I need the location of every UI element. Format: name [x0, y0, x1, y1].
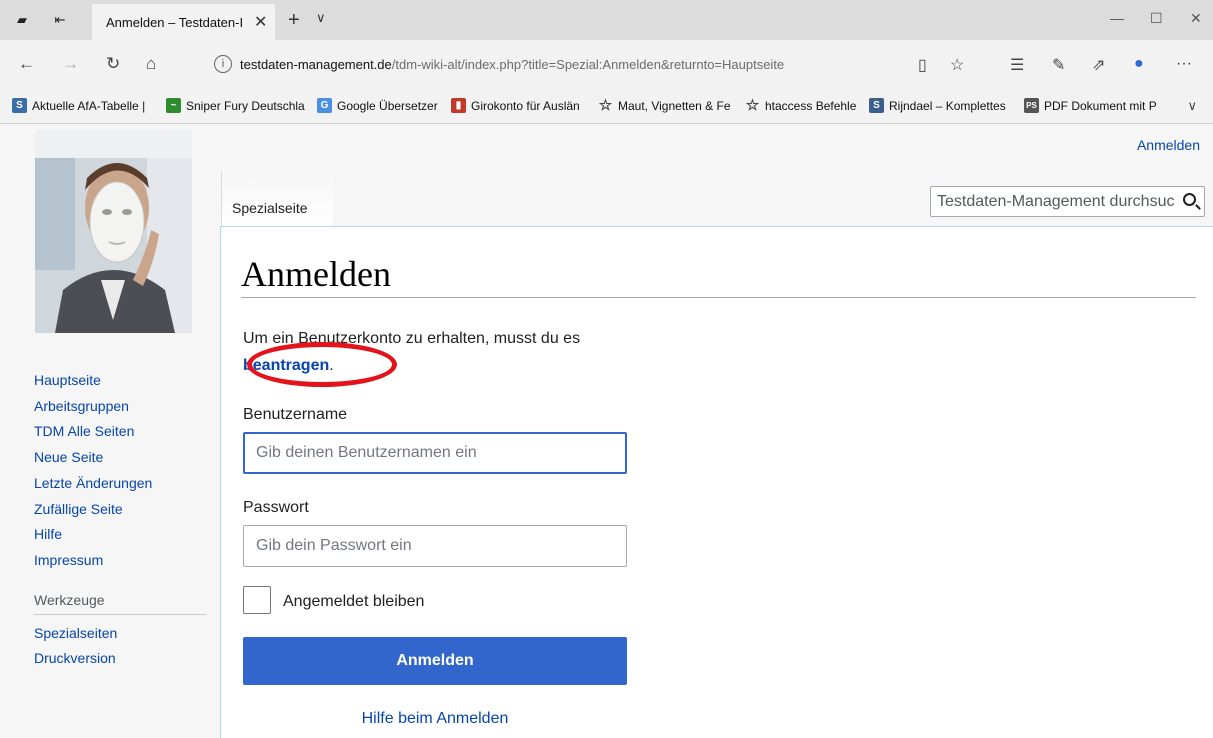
browser-toolbar: ← → ↻ ⌂ i testdaten-management.de/tdm-wi…: [0, 40, 1213, 88]
search-input[interactable]: Testdaten-Management durchsuchen: [930, 186, 1205, 217]
bookmark-favicon-icon: G: [317, 98, 332, 113]
bookmark-item[interactable]: ~ Sniper Fury Deutschla: [166, 98, 305, 113]
star-icon: ☆: [598, 97, 613, 114]
bookmark-favicon-icon: ~: [166, 98, 181, 113]
password-label: Passwort: [243, 499, 309, 516]
bookmark-favicon-icon: S: [12, 98, 27, 113]
bookmark-favicon-icon: S: [869, 98, 884, 113]
home-icon[interactable]: ⌂: [146, 54, 156, 74]
red-highlight-ellipse: [247, 342, 397, 387]
sidebar-item-arbeitsgruppen[interactable]: Arbeitsgruppen: [34, 394, 206, 420]
logo-masked-man-image: [35, 130, 192, 333]
favorite-star-icon[interactable]: ☆: [950, 55, 964, 75]
sidebar-item-neue-seite[interactable]: Neue Seite: [34, 445, 206, 471]
bookmark-item[interactable]: S Rijndael – Komplettes: [869, 98, 1006, 113]
window-maximize-button[interactable]: ☐: [1150, 10, 1163, 27]
bookmark-favicon-icon: PS: [1024, 98, 1039, 113]
bookmark-label: htaccess Befehle: [765, 98, 857, 113]
tab-preview-chevron-icon[interactable]: ∨: [316, 10, 326, 26]
sidebar-item-spezialseiten[interactable]: Spezialseiten: [34, 621, 206, 647]
bookmark-item[interactable]: G Google Übersetzer: [317, 98, 438, 113]
sidebar-tools-heading: Werkzeuge: [34, 592, 206, 615]
sidebar-item-hauptseite[interactable]: Hauptseite: [34, 368, 206, 394]
username-field[interactable]: Gib deinen Benutzernamen ein: [243, 432, 627, 474]
login-submit-button[interactable]: Anmelden: [243, 637, 627, 685]
login-help: Hilfe beim Anmelden: [243, 710, 627, 728]
sidebar-navigation: Hauptseite Arbeitsgruppen TDM Alle Seite…: [34, 368, 206, 672]
bookmark-label: Google Übersetzer: [337, 98, 438, 113]
browser-tab-active[interactable]: Anmelden – Testdaten-I ✕: [92, 4, 275, 40]
bookmark-label: Girokonto für Auslän: [471, 98, 580, 113]
main-content: Anmelden Um ein Benutzerkonto zu erhalte…: [220, 226, 1213, 738]
sidebar-item-letzte-aenderungen[interactable]: Letzte Änderungen: [34, 471, 206, 497]
bookmark-label: Aktuelle AfA-Tabelle |: [32, 98, 146, 113]
window-minimize-button[interactable]: —: [1110, 10, 1124, 26]
back-arrow-icon[interactable]: ←: [18, 54, 35, 74]
tab-label: Spezialseite: [232, 200, 308, 216]
more-menu-icon[interactable]: ···: [1176, 55, 1192, 73]
search-icon[interactable]: [1183, 193, 1196, 206]
window-close-button[interactable]: ✕: [1190, 10, 1202, 27]
star-icon: ☆: [745, 97, 760, 114]
bookmark-label: Rijndael – Komplettes: [889, 98, 1006, 113]
username-label: Benutzername: [243, 406, 348, 423]
page-title: Anmelden: [241, 254, 391, 294]
share-icon[interactable]: ⇗: [1092, 55, 1105, 75]
browser-tab-bar: ▰ ⇤ Anmelden – Testdaten-I ✕ + ∨ — ☐ ✕: [0, 0, 1213, 40]
tab-title: Anmelden – Testdaten-I: [106, 14, 244, 30]
wiki-page: Anmelden Hauptseite Arbeitsgruppen TDM A…: [0, 124, 1213, 738]
refresh-icon[interactable]: ↻: [106, 54, 120, 74]
bookmark-item[interactable]: ▮ Girokonto für Auslän: [451, 98, 580, 113]
reading-view-icon[interactable]: ▯: [918, 55, 927, 75]
site-info-icon[interactable]: i: [214, 55, 232, 73]
bookmark-label: Maut, Vignetten & Fe: [618, 98, 731, 113]
sidebar-item-druckversion[interactable]: Druckversion: [34, 646, 206, 672]
url-path: /tdm-wiki-alt/index.php?title=Spezial:An…: [391, 56, 785, 72]
title-divider: [241, 297, 1196, 298]
favorites-bar: S Aktuelle AfA-Tabelle | ~ Sniper Fury D…: [0, 88, 1213, 124]
new-tab-button[interactable]: +: [288, 9, 300, 32]
pen-notes-icon[interactable]: ✎: [1052, 55, 1065, 75]
bookmark-label: Sniper Fury Deutschla: [186, 98, 305, 113]
password-field[interactable]: Gib dein Passwort ein: [243, 525, 627, 567]
url-host: testdaten-management.de: [240, 56, 392, 72]
sidebar-tools: Spezialseiten Druckversion: [34, 621, 206, 672]
search-placeholder: Testdaten-Management durchsuchen: [937, 192, 1175, 210]
login-link[interactable]: Anmelden: [1137, 137, 1200, 153]
sidebar-item-zufaellige-seite[interactable]: Zufällige Seite: [34, 497, 206, 523]
tab-spezialseite[interactable]: Spezialseite: [221, 171, 333, 227]
password-placeholder: Gib dein Passwort ein: [256, 537, 412, 554]
login-submit-label: Anmelden: [396, 652, 474, 669]
bookmark-item[interactable]: S Aktuelle AfA-Tabelle |: [12, 98, 145, 113]
forward-arrow-icon[interactable]: →: [62, 54, 79, 74]
login-help-link[interactable]: Hilfe beim Anmelden: [362, 710, 509, 727]
site-logo[interactable]: [35, 130, 192, 333]
remember-me-checkbox[interactable]: [243, 586, 271, 614]
username-placeholder: Gib deinen Benutzernamen ein: [256, 444, 477, 461]
set-aside-tabs-icon[interactable]: ⇤: [52, 12, 68, 28]
bookmark-favicon-icon: ▮: [451, 98, 466, 113]
tab-actions-icon[interactable]: ▰: [14, 12, 30, 28]
favorites-hub-icon[interactable]: ☰: [1010, 55, 1024, 75]
sidebar-item-tdm-alle-seiten[interactable]: TDM Alle Seiten: [34, 419, 206, 445]
sidebar-item-hilfe[interactable]: Hilfe: [34, 522, 206, 548]
bookmark-label: PDF Dokument mit P: [1044, 98, 1157, 113]
tab-close-icon[interactable]: ✕: [254, 12, 267, 32]
favorites-overflow-chevron-icon[interactable]: ∨: [1187, 98, 1197, 114]
bookmark-item[interactable]: PS PDF Dokument mit P: [1024, 98, 1157, 113]
remember-me-label[interactable]: Angemeldet bleiben: [283, 593, 424, 611]
personal-tools: Anmelden: [1137, 137, 1200, 153]
bookmark-item[interactable]: ☆ htaccess Befehle: [745, 97, 857, 114]
bookmark-item[interactable]: ☆ Maut, Vignetten & Fe: [598, 98, 731, 113]
sidebar-item-impressum[interactable]: Impressum: [34, 548, 206, 574]
extension-icon[interactable]: ●: [1134, 55, 1144, 73]
address-bar[interactable]: i testdaten-management.de/tdm-wiki-alt/i…: [214, 49, 974, 79]
